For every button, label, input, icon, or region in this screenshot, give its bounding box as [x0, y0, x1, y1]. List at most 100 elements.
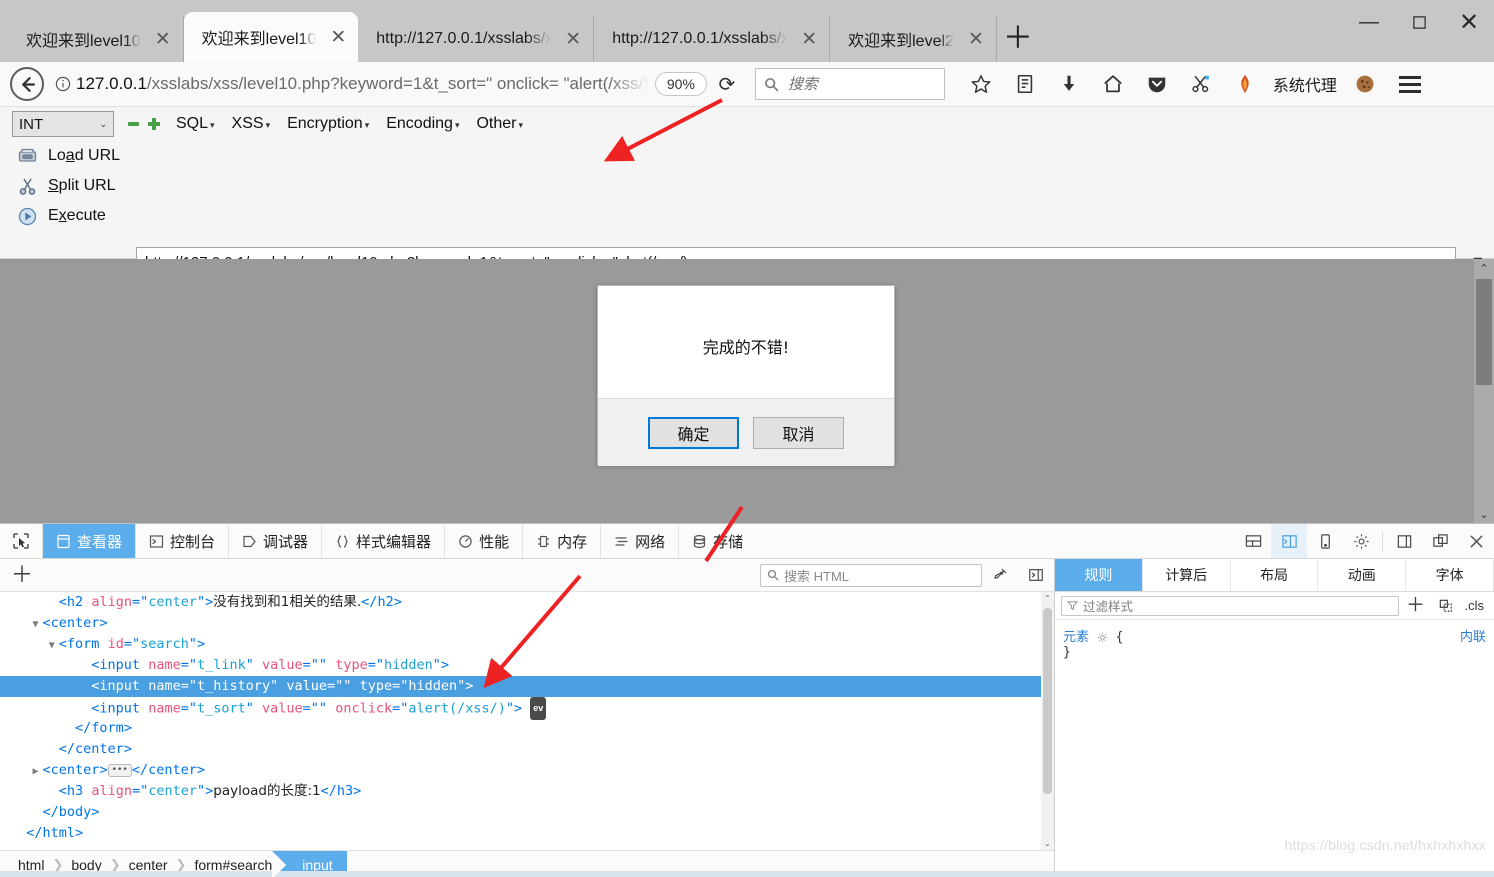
style-filter-input[interactable]: 过滤样式 [1061, 595, 1399, 616]
tab-close-icon[interactable]: ✕ [801, 30, 817, 49]
library-icon[interactable] [1003, 65, 1047, 103]
dom-node[interactable]: ▼ <center> [0, 613, 1054, 634]
browser-tab[interactable]: http://127.0.0.1/xsslabs/xss ✕ [358, 16, 595, 62]
rules-tab[interactable]: 字体 [1406, 559, 1494, 591]
minimize-button[interactable]: — [1344, 0, 1394, 44]
twisty-open-icon[interactable]: ▼ [33, 614, 43, 635]
cookie-icon[interactable] [1343, 65, 1387, 103]
twisty-closed-icon[interactable]: ▶ [33, 761, 43, 782]
dom-tree[interactable]: <h2 align="center">没有找到和1相关的结果.</h2> ▼ <c… [0, 592, 1054, 850]
reload-icon[interactable]: ⟳ [707, 72, 747, 97]
download-icon[interactable] [1047, 65, 1091, 103]
tab-close-icon[interactable]: ✕ [155, 30, 171, 49]
browser-tab[interactable]: 欢迎来到level10 ✕ [183, 12, 359, 62]
separate-window-icon[interactable] [1422, 524, 1458, 558]
home-icon[interactable] [1091, 65, 1135, 103]
dom-node[interactable]: </form> [0, 718, 1054, 739]
rule-toggle-icon[interactable] [1097, 632, 1108, 643]
devtools-tab-style-editor[interactable]: 样式编辑器 [321, 524, 444, 558]
hackbar-action[interactable]: Split URL [0, 171, 130, 201]
hackbar-menu-encoding[interactable]: Encoding ▾ [386, 115, 459, 133]
rule-selector[interactable]: 元素 [1063, 630, 1089, 645]
rule-source-label[interactable]: 内联 [1460, 626, 1486, 645]
dom-node[interactable]: <h3 align="center">payload的长度:1</h3> [0, 781, 1054, 802]
tab-close-icon[interactable]: ✕ [330, 28, 346, 47]
dom-node[interactable]: <h2 align="center">没有找到和1相关的结果.</h2> [0, 592, 1054, 613]
scroll-up-arrow[interactable]: ⌃ [1474, 259, 1494, 277]
dom-node[interactable]: ▶ <center> ••• </center> [0, 760, 1054, 781]
scroll-down-arrow[interactable]: ⌄ [1474, 505, 1494, 523]
dom-node[interactable]: </html> [0, 823, 1054, 844]
page-scrollbar[interactable]: ⌃ ⌄ [1474, 259, 1494, 523]
search-input[interactable] [785, 74, 936, 94]
rules-tab[interactable]: 动画 [1318, 559, 1407, 591]
element-picker-icon[interactable] [0, 524, 42, 558]
alert-cancel-button[interactable]: 取消 [753, 416, 844, 449]
dom-node[interactable]: <input name="t_history" value="" type="h… [0, 676, 1054, 697]
devtools-tab-network[interactable]: 网络 [600, 524, 678, 558]
split-console-icon[interactable] [1271, 524, 1307, 558]
devtools-tab-performance[interactable]: 性能 [444, 524, 522, 558]
eyedropper-icon[interactable] [982, 567, 1018, 583]
close-window-button[interactable]: ✕ [1444, 0, 1494, 44]
hackbar-menu-other[interactable]: Other ▾ [476, 115, 523, 133]
firebug-icon[interactable] [1223, 65, 1267, 103]
hackbar-action[interactable]: Execute [0, 201, 130, 231]
cls-toggle[interactable]: .cls [1465, 598, 1489, 613]
dom-node[interactable]: </body> [0, 802, 1054, 823]
settings-gear-icon[interactable] [1343, 524, 1379, 558]
hackbar-menu-sql[interactable]: SQL ▾ [176, 115, 215, 133]
responsive-design-icon[interactable] [1235, 524, 1271, 558]
device-icon[interactable] [1307, 524, 1343, 558]
dom-node[interactable]: ▼ <form id="search"> [0, 634, 1054, 655]
tab-close-icon[interactable]: ✕ [565, 30, 581, 49]
tab-close-icon[interactable]: ✕ [968, 30, 984, 49]
hamburger-menu-icon[interactable] [1387, 75, 1433, 93]
devtools-tab-memory[interactable]: 内存 [522, 524, 600, 558]
browser-search-box[interactable] [754, 68, 945, 100]
dom-node[interactable]: </center> [0, 739, 1054, 760]
alert-ok-button[interactable]: 确定 [648, 416, 739, 449]
new-tab-button[interactable]: ＋ [997, 16, 1039, 62]
dom-node[interactable]: <input name="t_link" value="" type="hidd… [0, 655, 1054, 676]
minus-icon[interactable] [128, 122, 139, 126]
dock-side-icon[interactable] [1386, 524, 1422, 558]
pocket-icon[interactable] [1135, 65, 1179, 103]
devtools-tab-debugger[interactable]: 调试器 [228, 524, 321, 558]
proxy-label[interactable]: 系统代理 [1267, 72, 1343, 96]
add-rule-button[interactable]: ＋ [1405, 596, 1427, 615]
star-icon[interactable] [959, 65, 1003, 103]
plus-icon[interactable] [148, 118, 160, 130]
hackbar-menu-xss[interactable]: XSS ▾ [232, 115, 271, 133]
add-node-button[interactable]: ＋ [0, 564, 44, 586]
dom-node[interactable]: <input name="t_sort" value="" onclick="a… [0, 697, 1054, 720]
scrollbar-thumb[interactable] [1043, 608, 1052, 794]
url-bar[interactable]: 127.0.0.1/xsslabs/xss/level10.php?keywor… [52, 67, 1494, 101]
zoom-level-badge[interactable]: 90% [654, 72, 707, 96]
browser-tab[interactable]: 欢迎来到level10 ✕ [8, 16, 184, 62]
rules-tab[interactable]: 布局 [1231, 559, 1319, 591]
addon-icon[interactable] [1179, 65, 1223, 103]
scroll-down-arrow[interactable]: ⌄ [1041, 837, 1054, 850]
url-text[interactable]: 127.0.0.1/xsslabs/xss/level10.php?keywor… [76, 74, 649, 94]
browser-tab[interactable]: http://127.0.0.1/xsslabs/xss ✕ [594, 16, 831, 62]
rules-tab[interactable]: 规则 [1055, 559, 1143, 591]
info-circle-icon[interactable] [52, 76, 74, 92]
rules-tab[interactable]: 计算后 [1143, 559, 1231, 591]
close-devtools-icon[interactable] [1458, 524, 1494, 558]
devtools-tab-inspector[interactable]: 查看器 [42, 524, 136, 558]
browser-tab[interactable]: 欢迎来到level2 ✕ [830, 16, 997, 62]
event-listener-badge[interactable]: ev [530, 697, 547, 720]
maximize-button[interactable] [1394, 0, 1444, 44]
scroll-up-arrow[interactable]: ⌃ [1041, 592, 1054, 605]
copy-rules-icon[interactable] [1433, 599, 1459, 613]
twisty-open-icon[interactable]: ▼ [49, 635, 59, 656]
dom-tree-scrollbar[interactable]: ⌃ ⌄ [1041, 592, 1054, 850]
search-html-box[interactable]: 搜索 HTML [760, 563, 982, 587]
back-arrow-icon[interactable] [10, 67, 44, 101]
split-view-icon[interactable] [1018, 567, 1054, 583]
hackbar-menu-encryption[interactable]: Encryption ▾ [287, 115, 369, 133]
devtools-tab-storage[interactable]: 存储 [678, 524, 756, 558]
devtools-tab-console[interactable]: 控制台 [135, 524, 228, 558]
hackbar-action[interactable]: Load URL [0, 141, 130, 171]
